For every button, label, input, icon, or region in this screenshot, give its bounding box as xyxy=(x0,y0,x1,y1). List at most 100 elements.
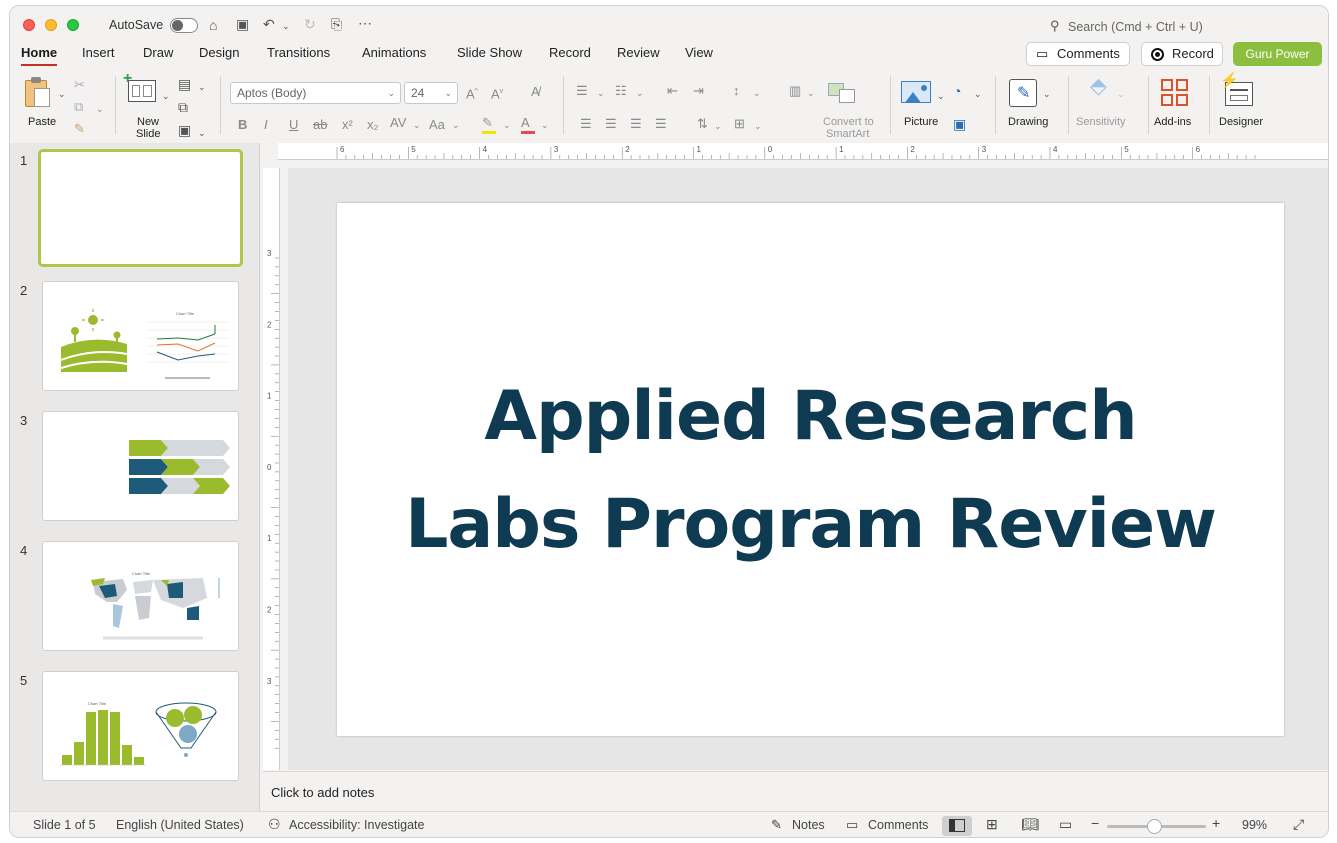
layout-dropdown-icon[interactable]: ⌄ xyxy=(198,79,206,95)
drawing-dropdown-icon[interactable]: ⌄ xyxy=(1043,86,1051,102)
zoom-slider-handle[interactable] xyxy=(1147,819,1162,834)
strikethrough-icon[interactable]: ab xyxy=(313,118,327,132)
italic-icon[interactable]: I xyxy=(264,118,268,132)
paste-icon[interactable] xyxy=(25,76,51,108)
more-options-icon[interactable]: ⋯ xyxy=(358,15,372,31)
highlight-dropdown-icon[interactable]: ⌄ xyxy=(503,118,511,132)
smartart-icon[interactable] xyxy=(828,80,856,104)
undo-dropdown-icon[interactable]: ⌄ xyxy=(282,18,290,34)
picture-button[interactable]: Picture xyxy=(904,116,938,128)
tab-view[interactable]: View xyxy=(685,45,713,60)
new-slide-dropdown-icon[interactable]: ⌄ xyxy=(162,88,170,104)
current-slide[interactable]: Applied Research Labs Program Review xyxy=(337,203,1284,736)
align-right-icon[interactable]: ☰ xyxy=(630,117,642,131)
numbering-dropdown-icon[interactable]: ⌄ xyxy=(636,86,644,100)
bullets-icon[interactable]: ☰ xyxy=(576,84,588,98)
sensitivity-dropdown-icon[interactable]: ⌄ xyxy=(1117,86,1125,102)
spacing-dropdown-icon[interactable]: ⌄ xyxy=(413,118,421,132)
tab-draw[interactable]: Draw xyxy=(143,45,173,60)
increase-font-icon[interactable]: A^ xyxy=(466,85,478,101)
zoom-slider[interactable] xyxy=(1107,819,1206,834)
decrease-indent-icon[interactable]: ⇤ xyxy=(667,84,678,98)
underline-icon[interactable]: U xyxy=(289,118,298,132)
copy-dropdown-icon[interactable]: ⌄ xyxy=(96,102,104,116)
undo-icon[interactable]: ↶ xyxy=(263,16,275,32)
tab-design[interactable]: Design xyxy=(199,45,239,60)
textbox-icon[interactable]: ▣ xyxy=(953,116,966,132)
comments-button[interactable]: ▭ Comments xyxy=(1026,42,1130,66)
save-as-icon[interactable]: ⎘ xyxy=(331,16,342,32)
zoom-level[interactable]: 99% xyxy=(1242,818,1267,832)
add-ins-icon[interactable] xyxy=(1161,79,1189,107)
case-dropdown-icon[interactable]: ⌄ xyxy=(452,118,460,132)
zoom-window-button[interactable] xyxy=(67,19,79,31)
decrease-font-icon[interactable]: Av xyxy=(491,85,503,101)
slide-thumbnail-5[interactable]: Chart Title xyxy=(42,671,239,781)
font-name-select[interactable]: Aptos (Body) ⌄ xyxy=(230,82,401,104)
tab-transitions[interactable]: Transitions xyxy=(267,45,330,60)
redo-icon[interactable]: ↻ xyxy=(304,16,316,32)
slide-thumbnails-panel[interactable]: 1 2 Chart Title 3 4 Chart Title 5 Chart … xyxy=(10,143,260,811)
shapes-icon[interactable]: ◔ xyxy=(953,83,961,99)
highlight-icon[interactable]: ✎ xyxy=(482,116,496,134)
notes-button[interactable]: Notes xyxy=(792,818,825,832)
zoom-out-icon[interactable]: − xyxy=(1091,815,1099,831)
tab-animations[interactable]: Animations xyxy=(362,45,426,60)
save-icon[interactable]: ▣ xyxy=(236,16,249,32)
columns-icon[interactable]: ▥ xyxy=(789,84,801,98)
columns-dropdown-icon[interactable]: ⌄ xyxy=(807,86,815,100)
slide-thumbnail-4[interactable]: Chart Title xyxy=(42,541,239,651)
reading-view-icon[interactable]: 📖︎ xyxy=(1021,816,1039,833)
align-text-dropdown-icon[interactable]: ⌄ xyxy=(754,119,762,133)
sensitivity-button[interactable]: Sensitivity xyxy=(1076,116,1126,128)
picture-dropdown-icon[interactable]: ⌄ xyxy=(937,88,945,104)
slide-show-icon[interactable]: ▭ xyxy=(1059,816,1072,833)
autosave-toggle[interactable] xyxy=(170,18,198,33)
cut-icon[interactable]: ✂ xyxy=(74,78,85,92)
shapes-dropdown-icon[interactable]: ⌄ xyxy=(974,86,982,102)
language-status[interactable]: English (United States) xyxy=(116,818,244,832)
zoom-in-icon[interactable]: + xyxy=(1212,815,1220,831)
tab-insert[interactable]: Insert xyxy=(82,45,115,60)
designer-button[interactable]: Designer xyxy=(1219,116,1263,128)
notes-placeholder[interactable]: Click to add notes xyxy=(271,785,374,800)
picture-icon[interactable] xyxy=(901,81,931,103)
slide-sorter-icon[interactable]: ⊞ xyxy=(986,816,998,833)
layout-icon[interactable]: ▤ xyxy=(178,76,191,92)
drawing-button[interactable]: Drawing xyxy=(1008,116,1048,128)
reset-icon[interactable]: ⧉ xyxy=(178,99,188,115)
line-spacing-dropdown-icon[interactable]: ⌄ xyxy=(753,86,761,100)
comments-status-button[interactable]: Comments xyxy=(868,818,928,832)
clear-formatting-icon[interactable]: A̸ xyxy=(531,85,540,99)
close-window-button[interactable] xyxy=(23,19,35,31)
character-spacing-icon[interactable]: AV xyxy=(390,116,406,130)
copy-icon[interactable]: ⧉ xyxy=(74,100,83,114)
paste-button[interactable]: Paste xyxy=(28,116,56,128)
align-center-icon[interactable]: ☰ xyxy=(605,117,617,131)
change-case-icon[interactable]: Aa xyxy=(429,118,445,132)
minimize-window-button[interactable] xyxy=(45,19,57,31)
record-button[interactable]: Record xyxy=(1141,42,1223,66)
bold-icon[interactable]: B xyxy=(238,118,247,132)
home-icon[interactable]: ⌂ xyxy=(209,17,217,33)
font-color-dropdown-icon[interactable]: ⌄ xyxy=(541,118,549,132)
increase-indent-icon[interactable]: ⇥ xyxy=(693,84,704,98)
designer-icon[interactable]: ⚡ xyxy=(1220,72,1253,106)
slide-thumbnail-3[interactable] xyxy=(42,411,239,521)
bullets-dropdown-icon[interactable]: ⌄ xyxy=(597,86,605,100)
slide-thumbnail-1[interactable] xyxy=(38,149,243,267)
font-color-icon[interactable]: A xyxy=(521,116,535,134)
slide-title[interactable]: Applied Research Labs Program Review xyxy=(337,363,1284,579)
font-size-select[interactable]: 24 ⌄ xyxy=(404,82,458,104)
align-left-icon[interactable]: ☰ xyxy=(580,117,592,131)
sensitivity-icon[interactable]: ⬘ xyxy=(1090,75,1107,97)
search-input[interactable]: Search (Cmd + Ctrl + U) xyxy=(1068,20,1203,34)
accessibility-status[interactable]: Accessibility: Investigate xyxy=(289,818,424,832)
subscript-icon[interactable]: x₂ xyxy=(367,118,379,132)
numbering-icon[interactable]: ☷ xyxy=(615,84,627,98)
format-painter-icon[interactable]: ✎ xyxy=(74,122,85,136)
superscript-icon[interactable]: x² xyxy=(342,118,353,132)
add-ins-button[interactable]: Add-ins xyxy=(1154,116,1191,128)
drawing-icon[interactable]: ✎ xyxy=(1009,79,1037,107)
guru-power-button[interactable]: Guru Power xyxy=(1233,42,1322,66)
